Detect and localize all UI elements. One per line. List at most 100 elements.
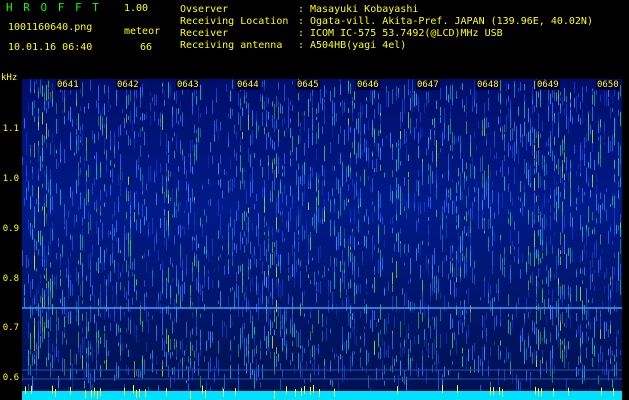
spectrogram-streak	[26, 139, 27, 156]
spectrogram-streak	[28, 180, 29, 192]
spectrogram-streak	[560, 250, 561, 255]
spectrogram-streak	[530, 170, 531, 185]
spectrogram-streak	[66, 339, 67, 345]
spectrogram-streak	[66, 219, 67, 237]
spectrogram-streak	[296, 260, 297, 273]
spectrogram-streak	[610, 281, 611, 286]
spectrogram-streak	[166, 177, 167, 182]
spectrogram-streak	[604, 120, 605, 132]
spectrogram-streak	[456, 195, 457, 202]
spectrogram-streak	[358, 192, 359, 206]
spectrogram-streak	[152, 97, 153, 102]
spectrogram-streak	[466, 195, 467, 208]
spectrogram-streak	[250, 310, 251, 324]
meteor-label: meteor	[124, 26, 161, 37]
spectrogram-streak	[162, 113, 163, 130]
spectrogram-streak	[322, 97, 323, 111]
spectrogram-streak	[312, 98, 313, 107]
spectrogram-streak	[46, 268, 47, 281]
spectrogram-streak	[594, 269, 595, 274]
spectrogram-streak	[564, 151, 565, 156]
spectrogram-streak	[392, 190, 393, 204]
spectrogram-streak	[270, 141, 271, 146]
spectrogram-streak	[534, 251, 535, 258]
spectrogram-streak	[612, 379, 613, 388]
spectrogram-streak	[378, 247, 379, 253]
spectrogram-streak	[478, 195, 479, 212]
spectrogram-streak	[204, 275, 205, 283]
spectrogram-streak	[490, 200, 491, 207]
spectrogram-streak	[184, 161, 185, 175]
spectrogram-streak	[186, 199, 187, 210]
spectrogram-streak	[306, 220, 307, 233]
spectrogram-streak	[458, 167, 459, 177]
spectrogram-streak	[100, 294, 101, 299]
spectrogram-streak	[312, 324, 313, 334]
app-version: 1.00	[124, 3, 149, 14]
spectrogram-streak	[106, 360, 107, 370]
spectrogram-streak	[168, 225, 169, 236]
spectrogram-streak	[88, 189, 89, 203]
spectrogram-streak	[450, 104, 451, 114]
spectrogram-streak	[408, 280, 409, 285]
spectrogram-streak	[582, 149, 583, 161]
spectrogram-streak	[464, 105, 465, 112]
spectrogram-streak	[86, 326, 87, 339]
spectrogram-streak	[264, 272, 265, 286]
spectrogram-streak	[198, 275, 199, 283]
spectrogram-streak	[570, 314, 571, 329]
spectrogram-streak	[198, 295, 199, 307]
spectrogram-streak	[562, 294, 563, 306]
spectrogram-streak	[300, 361, 301, 377]
spectrogram-streak	[124, 244, 125, 261]
spectrogram-streak	[378, 352, 379, 359]
spectrogram-streak	[70, 280, 71, 296]
spectrogram-streak	[106, 191, 107, 198]
spectrogram-streak	[298, 163, 299, 170]
spectrogram-streak	[162, 309, 163, 326]
spectrogram-streak	[390, 219, 391, 225]
spectrogram-streak	[590, 274, 591, 290]
spectrogram-streak	[344, 273, 345, 290]
spectrogram-streak	[160, 264, 161, 270]
spectrogram-streak	[84, 380, 85, 389]
spectrogram-streak	[350, 251, 351, 263]
spectrogram-streak	[174, 317, 175, 323]
spectrogram-streak	[96, 199, 97, 209]
spectrogram-streak	[526, 347, 527, 361]
spectrogram-streak	[200, 84, 201, 100]
spectrogram-streak	[228, 132, 229, 142]
spectrogram-streak	[210, 142, 211, 153]
spectrogram-streak	[194, 237, 195, 241]
spectrogram-streak	[356, 226, 357, 230]
spectrogram-streak	[614, 174, 615, 183]
spectrogram-streak	[104, 315, 105, 320]
spectrogram-streak	[444, 107, 445, 124]
spectrogram-streak	[484, 220, 485, 231]
spectrogram-streak	[572, 226, 573, 240]
spectrogram-streak	[448, 301, 449, 307]
spectrogram-streak	[322, 330, 323, 342]
spectrogram-streak	[302, 345, 303, 362]
spectrogram-streak	[178, 283, 179, 295]
spectrogram-streak	[26, 131, 27, 140]
spectrogram-streak	[448, 273, 449, 280]
spectrogram-streak	[78, 113, 79, 131]
spectrogram-streak	[264, 325, 265, 341]
spectrogram-streak	[90, 372, 91, 390]
spectrogram-streak	[418, 180, 419, 197]
spectrogram-streak	[404, 340, 405, 347]
spectrogram-streak	[380, 213, 381, 220]
spectrogram-streak	[342, 365, 343, 383]
spectrogram-streak	[90, 79, 91, 91]
spectrogram-streak	[92, 130, 93, 140]
spectrogram-streak	[546, 315, 547, 325]
spectrogram-streak	[582, 332, 583, 344]
spectrogram-streak	[618, 189, 619, 194]
spectrogram-streak	[276, 316, 277, 329]
spectrogram-streak	[404, 293, 405, 306]
spectrogram-streak	[514, 84, 515, 98]
spectrogram-streak	[390, 185, 391, 202]
spectrogram-streak	[460, 85, 461, 90]
spectrogram-streak	[244, 337, 245, 353]
